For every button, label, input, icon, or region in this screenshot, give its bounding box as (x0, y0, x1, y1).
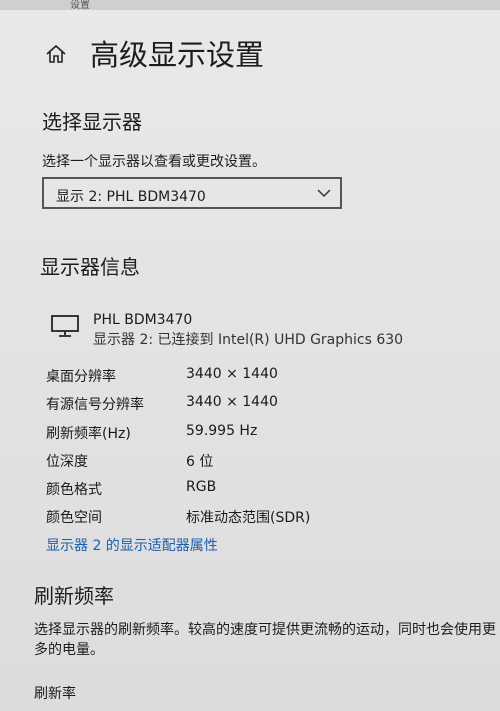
info-key-bit-depth: 位深度 (46, 454, 88, 470)
home-icon[interactable] (44, 42, 68, 66)
info-key-active-signal-resolution: 有源信号分辨率 (46, 397, 144, 413)
refresh-rate-label: 刷新率 (34, 686, 76, 702)
info-value-bit-depth: 6 位 (186, 454, 214, 470)
chevron-down-icon (317, 189, 331, 198)
monitor-name: PHL BDM3470 (93, 312, 193, 328)
monitor-connection: 显示器 2: 已连接到 Intel(R) UHD Graphics 630 (93, 332, 404, 348)
info-row: 颜色空间 标准动态范围(SDR) (46, 507, 466, 531)
select-display-caption: 选择一个显示器以查看或更改设置。 (42, 154, 266, 170)
refresh-rate-description: 选择显示器的刷新频率。较高的速度可提供更流畅的运动，同时也会使用更多的电量。 (34, 622, 496, 658)
info-value-active-signal-resolution: 3440 × 1440 (186, 394, 278, 410)
display-select-dropdown[interactable]: 显示 2: PHL BDM3470 (42, 177, 342, 209)
display-adapter-properties-link[interactable]: 显示器 2 的显示适配器属性 (46, 535, 218, 555)
info-value-color-space: 标准动态范围(SDR) (186, 510, 311, 526)
window-title-bar: 设置 (0, 0, 500, 11)
refresh-rate-heading: 刷新频率 (34, 584, 114, 608)
page-title: 高级显示设置 (90, 38, 265, 72)
select-display-heading: 选择显示器 (42, 110, 142, 134)
display-select-value: 显示 2: PHL BDM3470 (56, 189, 206, 205)
info-value-refresh-rate: 59.995 Hz (186, 423, 258, 439)
info-key-color-space: 颜色空间 (46, 510, 102, 526)
info-row: 有源信号分辨率 3440 × 1440 (46, 394, 466, 418)
info-row: 刷新频率(Hz) 59.995 Hz (46, 423, 466, 447)
info-key-desktop-resolution: 桌面分辨率 (46, 369, 116, 385)
window-caption: 设置 (70, 0, 90, 11)
info-row: 桌面分辨率 3440 × 1440 (46, 366, 466, 390)
display-info-heading: 显示器信息 (40, 255, 140, 279)
info-row: 颜色格式 RGB (46, 479, 466, 503)
info-key-color-format: 颜色格式 (46, 482, 102, 498)
info-row: 位深度 6 位 (46, 451, 466, 475)
monitor-icon (51, 315, 79, 337)
info-value-desktop-resolution: 3440 × 1440 (186, 366, 278, 382)
info-key-refresh-rate: 刷新频率(Hz) (46, 426, 131, 442)
info-value-color-format: RGB (186, 479, 217, 495)
